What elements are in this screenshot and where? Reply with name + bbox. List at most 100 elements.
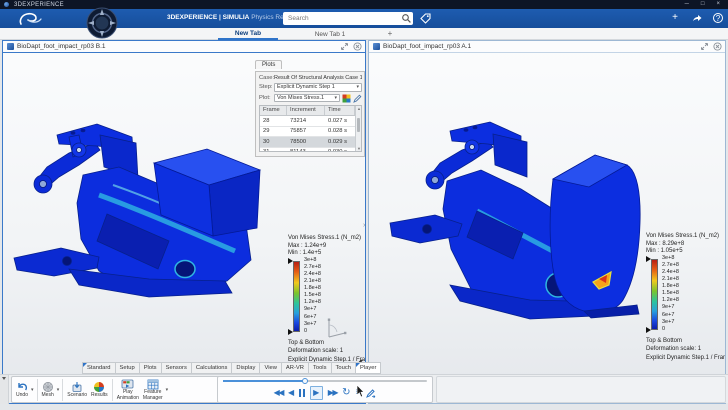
viewport-close-icon[interactable] <box>353 42 362 51</box>
scrollbar-thumb[interactable] <box>357 118 360 132</box>
slider-track[interactable] <box>223 380 427 382</box>
table-row[interactable]: 31 81143 0.030 s <box>260 148 355 152</box>
table-row-selected[interactable]: 30 78500 0.029 s <box>260 137 355 148</box>
viewport-close-icon[interactable] <box>713 42 722 51</box>
cell-frame: 30 <box>260 137 287 147</box>
scenario-button[interactable]: Scenario <box>65 377 89 402</box>
plot-value: Von Mises Stress.1 <box>277 95 324 101</box>
step-select[interactable]: Explicit Dynamic Step 1 ▾ <box>274 83 362 92</box>
scroll-up-icon[interactable]: ▲ <box>356 106 362 111</box>
viewport-right-title: BioDapt_foot_impact_rp03 A.1 <box>383 43 471 50</box>
mesh-button[interactable]: Mesh <box>40 377 56 402</box>
cell-increment: 73214 <box>287 116 325 126</box>
feature-manager-button[interactable]: Feature Manager <box>141 377 165 402</box>
pause-button[interactable] <box>299 389 305 397</box>
feature-manager-label: Feature Manager <box>143 390 163 401</box>
plots-panel-tab[interactable]: Plots <box>255 60 282 70</box>
col-time[interactable]: Time <box>325 106 355 116</box>
search-input[interactable] <box>283 15 401 22</box>
edit-plot-icon[interactable] <box>353 94 362 103</box>
feature-manager-caret-icon[interactable]: ▾ <box>165 387 170 393</box>
ribbon-tab-setup[interactable]: Setup <box>115 362 139 374</box>
viewport-left: BioDapt_foot_impact_rp03 B.1 <box>2 40 366 404</box>
undo-caret-icon[interactable]: ▾ <box>30 387 35 393</box>
table-row[interactable]: 29 75857 0.028 s <box>260 127 355 138</box>
col-frame[interactable]: Frame <box>260 106 287 116</box>
feature-manager-icon <box>147 379 159 390</box>
frames-table[interactable]: Frame Increment Time 28 73214 0.027 s 29 <box>259 105 362 152</box>
cell-time: 0.028 s <box>325 127 355 137</box>
scroll-down-icon[interactable]: ▼ <box>356 146 362 151</box>
cell-frame: 31 <box>260 148 287 152</box>
search-icon[interactable] <box>401 13 412 24</box>
export-animation-button[interactable] <box>366 388 376 398</box>
col-increment[interactable]: Increment <box>287 106 325 116</box>
ribbon-tab-ar-vr[interactable]: AR-VR <box>281 362 308 374</box>
ribbon-tab-plots[interactable]: Plots <box>139 362 161 374</box>
contour-settings-icon[interactable] <box>342 94 351 103</box>
step-back-button[interactable]: ◀ <box>288 388 294 398</box>
loop-button[interactable]: ↻ <box>342 388 350 398</box>
legend-min-marker[interactable] <box>646 327 651 333</box>
viewport-right-canvas[interactable]: Von Mises Stress.1 (N_m2) Max : 8.29e+8 … <box>369 53 725 404</box>
table-scrollbar[interactable]: ▲ ▼ <box>355 106 361 151</box>
help-icon[interactable]: ? <box>713 13 723 23</box>
fast-forward-button[interactable]: ▶▶ <box>328 388 337 398</box>
tab-new-tab[interactable]: New Tab <box>218 28 278 40</box>
ribbon-tab-player[interactable]: Player <box>355 362 381 374</box>
chevron-down-icon: ▾ <box>356 84 359 90</box>
minimize-icon[interactable]: ─ <box>685 0 689 9</box>
collapse-chevron-icon <box>2 377 6 380</box>
mesh-caret-icon[interactable]: ▾ <box>56 387 61 393</box>
play-button[interactable]: ▶ <box>310 386 323 400</box>
legend-min-marker[interactable] <box>288 329 293 335</box>
legend-title: Von Mises Stress.1 (N_m2) <box>288 235 365 241</box>
slider-handle[interactable] <box>302 378 308 384</box>
share-icon[interactable] <box>691 12 703 24</box>
legend-deformation: Deformation scale: 1 <box>646 345 725 354</box>
toolbar-collapse[interactable] <box>0 375 9 404</box>
ribbon-tab-tools[interactable]: Tools <box>308 362 331 374</box>
search-box[interactable] <box>283 12 413 25</box>
ribbon-tab-bar: Standard Setup Plots Sensors Calculation… <box>82 362 381 374</box>
scenario-icon <box>71 381 83 393</box>
frame-slider[interactable] <box>218 377 432 384</box>
viewport-left-titlebar[interactable]: BioDapt_foot_impact_rp03 B.1 <box>3 41 365 53</box>
compass-icon[interactable] <box>86 7 118 39</box>
maximize-icon[interactable]: □ <box>701 0 705 9</box>
table-row[interactable]: 28 73214 0.027 s <box>260 116 355 127</box>
step-value: Explicit Dynamic Step 1 <box>277 84 335 90</box>
undo-button[interactable]: Undo <box>14 377 30 402</box>
scenario-label: Scenario <box>67 393 87 399</box>
ribbon-tab-standard[interactable]: Standard <box>82 362 115 374</box>
play-animation-icon <box>121 379 134 390</box>
toolbar-empty-area <box>436 376 726 403</box>
expand-icon[interactable] <box>700 42 709 51</box>
ribbon-tab-display[interactable]: Display <box>231 362 259 374</box>
ribbon-tab-calculations[interactable]: Calculations <box>191 362 232 374</box>
play-animation-label: Play Animation <box>117 390 139 401</box>
add-tab-button[interactable]: + <box>384 28 396 40</box>
ribbon-tab-touch[interactable]: Touch <box>331 362 355 374</box>
cell-time: 0.030 s <box>325 148 355 152</box>
ribbon-tab-sensors[interactable]: Sensors <box>161 362 191 374</box>
legend-title: Von Mises Stress.1 (N_m2) <box>646 233 725 239</box>
results-button[interactable]: Results <box>89 377 110 402</box>
tab-new-tab-1[interactable]: New Tab 1 <box>300 28 360 40</box>
legend-ticks: 3e+82.7e+8 2.4e+82.1e+8 1.8e+81.5e+8 1.2… <box>660 256 679 333</box>
ribbon-tab-view[interactable]: View <box>259 362 280 374</box>
close-icon[interactable]: × <box>716 0 720 9</box>
undo-label: Undo <box>16 393 28 399</box>
plot-select[interactable]: Von Mises Stress.1 ▾ <box>274 94 340 103</box>
rewind-button[interactable]: ◀◀ <box>274 388 283 398</box>
cell-increment: 75857 <box>287 127 325 137</box>
tag-icon[interactable] <box>419 12 432 25</box>
viewport-right-titlebar[interactable]: BioDapt_foot_impact_rp03 A.1 <box>369 41 725 53</box>
expand-icon[interactable] <box>340 42 349 51</box>
divider-collapse-icon[interactable]: › <box>363 222 365 229</box>
mesh-label: Mesh <box>42 393 54 399</box>
play-animation-button[interactable]: Play Animation <box>115 377 141 402</box>
chevron-down-icon: ▾ <box>334 95 337 101</box>
add-content-icon[interactable]: + <box>669 10 681 26</box>
viewport-left-canvas[interactable]: Plots Case: Result Of Structural Analysi… <box>3 53 365 404</box>
